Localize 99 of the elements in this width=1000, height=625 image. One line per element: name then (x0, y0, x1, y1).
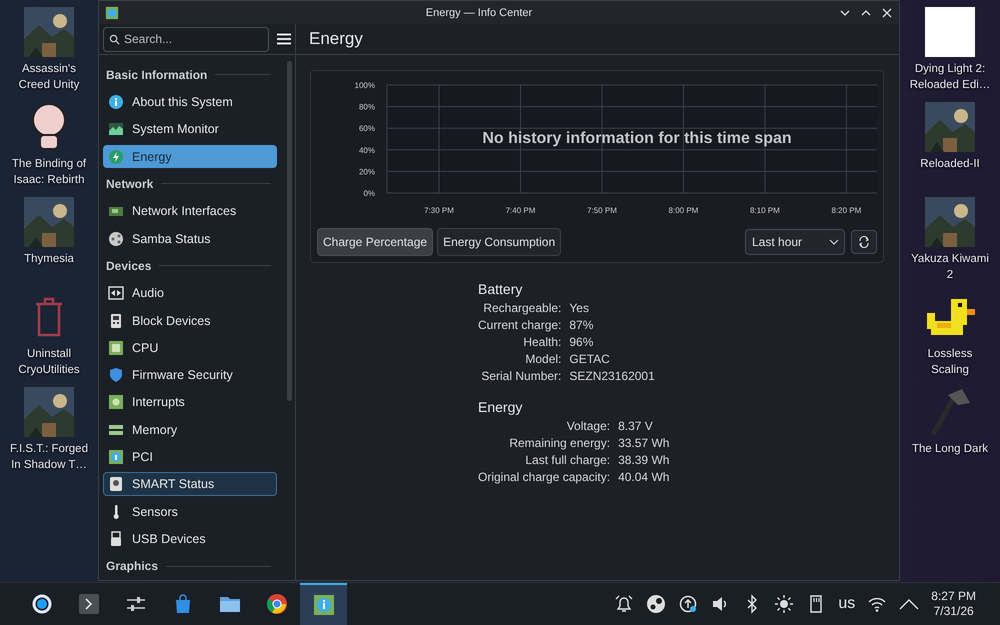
desktop-icon-label[interactable]: The Long Dark (909, 441, 991, 457)
speaker-icon (108, 285, 124, 302)
desktop-icon-label[interactable]: Yakuza Kiwami 2 (909, 251, 991, 283)
sidebar-item[interactable]: Samba Status (103, 226, 277, 250)
info-icon (312, 594, 334, 616)
section-header: Graphics (106, 559, 158, 574)
axis-tick-label: 60% (358, 124, 375, 134)
chart-icon (108, 121, 124, 138)
refresh-icon (858, 236, 870, 248)
refresh-button[interactable] (851, 230, 877, 254)
sidebar-item[interactable]: Firmware Security (103, 363, 277, 387)
sidebar-item[interactable]: Block Devices (103, 308, 277, 332)
field-label: Serial Number: (480, 369, 562, 383)
axis-tick-label: 8:20 PM (832, 206, 862, 215)
chart-tab[interactable]: Energy Consumption (437, 228, 562, 256)
field-value: 40.04 Wh (618, 470, 670, 484)
field-label: Health: (522, 335, 562, 349)
field-label: Model: (524, 352, 562, 366)
axis-tick-label: 40% (358, 146, 375, 155)
menu-icon[interactable] (277, 33, 291, 45)
sidebar-item[interactable]: USB Devices (103, 527, 277, 551)
field-label: Rechargeable: (482, 301, 562, 315)
sidebar-item[interactable]: CPU (103, 336, 277, 360)
shield-icon (108, 367, 124, 384)
section-header: Network (106, 176, 154, 191)
axis-tick-label: 20% (358, 167, 375, 176)
axis-tick-label: 8:10 PM (750, 206, 780, 215)
sidebar-item[interactable]: Sensors (103, 500, 277, 524)
sidebar-item[interactable]: PCI (103, 445, 277, 469)
field-value: 8.37 V (618, 419, 654, 433)
desktop-icon-label[interactable]: Dying Light 2: Reloaded Edi… (909, 61, 991, 93)
field-label: Original charge capacity: (478, 470, 610, 484)
sidebar-item[interactable]: Interrupts (103, 390, 277, 414)
desktop-icon-label[interactable]: Uninstall CryoUtilities (8, 346, 90, 378)
sidebar-item[interactable]: System Monitor (103, 117, 277, 142)
field-value: GETAC (569, 352, 611, 366)
field-label: Voltage: (566, 419, 610, 433)
clock-date[interactable]: 7/31/26 (934, 604, 974, 619)
field-value: 96% (569, 335, 594, 349)
browser-icon (266, 593, 288, 615)
field-label: Last full charge: (524, 453, 610, 467)
desktop-icon-label[interactable]: Reloaded-II (909, 156, 991, 172)
chip-icon (108, 340, 124, 356)
chip-icon (108, 394, 124, 410)
field-label: Current charge: (478, 318, 562, 332)
section-title: Battery (478, 281, 524, 297)
brightness-icon[interactable] (774, 594, 794, 614)
energy-icon (108, 148, 124, 165)
sidebar-item[interactable]: Network Interfaces (103, 199, 277, 224)
section-header: Devices (106, 258, 152, 273)
field-value: Yes (569, 301, 590, 315)
alarm-icon[interactable] (614, 594, 634, 614)
field-value: SEZN23162001 (569, 369, 655, 383)
usb-icon (108, 530, 124, 547)
drive-icon (108, 312, 124, 329)
axis-tick-label: 7:40 PM (506, 206, 536, 215)
blank-icon (925, 7, 975, 57)
desktop-icon-label[interactable]: The Binding of Isaac: Rebirth (8, 156, 90, 188)
empty-chart-message: No history information for this time span (482, 130, 792, 148)
sidebar-item[interactable]: Audio (103, 281, 277, 306)
trash-icon (34, 297, 64, 337)
info-icon (108, 94, 124, 110)
section-header: Basic Information (106, 68, 208, 82)
clock-time[interactable]: 8:27 PM (931, 589, 976, 604)
info-icon (108, 449, 124, 466)
desktop-icon-label[interactable]: Assassin's Creed Unity (8, 61, 90, 93)
desktop-icon-label[interactable]: F.I.S.T.: Forged In Shadow T… (8, 441, 90, 473)
field-label: Remaining energy: (508, 436, 610, 450)
desktop-icon-label[interactable]: Thymesia (8, 251, 90, 267)
field-value: 33.57 Wh (618, 436, 670, 450)
section-title: Energy (478, 399, 524, 415)
desktop-icon-label[interactable]: Lossless Scaling (909, 346, 991, 378)
app-icon (105, 6, 119, 20)
axis-tick-label: 100% (354, 81, 375, 90)
axis-tick-label: 80% (358, 102, 375, 112)
page-title: Energy (309, 29, 363, 49)
axis-tick-label: 7:30 PM (424, 206, 454, 215)
axis-tick-label: 8:00 PM (668, 206, 698, 215)
window-title: Energy — Info Center (424, 6, 534, 18)
field-value: 87% (569, 318, 594, 332)
sidebar-item[interactable]: About this System (103, 90, 277, 114)
close-icon[interactable] (881, 6, 893, 18)
terminal-icon (78, 593, 100, 615)
sidebar-item[interactable]: Memory (103, 418, 277, 442)
chart-tab[interactable]: Charge Percentage (317, 228, 434, 256)
keyboard-layout[interactable]: us (838, 595, 856, 613)
sidebar-item[interactable]: Energy (103, 144, 277, 168)
scrollbar[interactable] (286, 61, 292, 401)
launcher-icon (30, 593, 52, 615)
field-value: 38.39 Wh (618, 453, 670, 467)
sidebar-item[interactable]: SMART Status (103, 472, 277, 496)
caret-icon (829, 239, 839, 245)
search-field[interactable]: Search... (103, 26, 269, 52)
time-range-dropdown[interactable]: Last hour (745, 229, 845, 255)
axis-tick-label: 0% (363, 189, 375, 198)
game-client-icon[interactable] (646, 594, 666, 614)
share-icon (108, 230, 124, 247)
update-icon[interactable] (678, 594, 698, 614)
axis-tick-label: 7:50 PM (587, 206, 617, 215)
